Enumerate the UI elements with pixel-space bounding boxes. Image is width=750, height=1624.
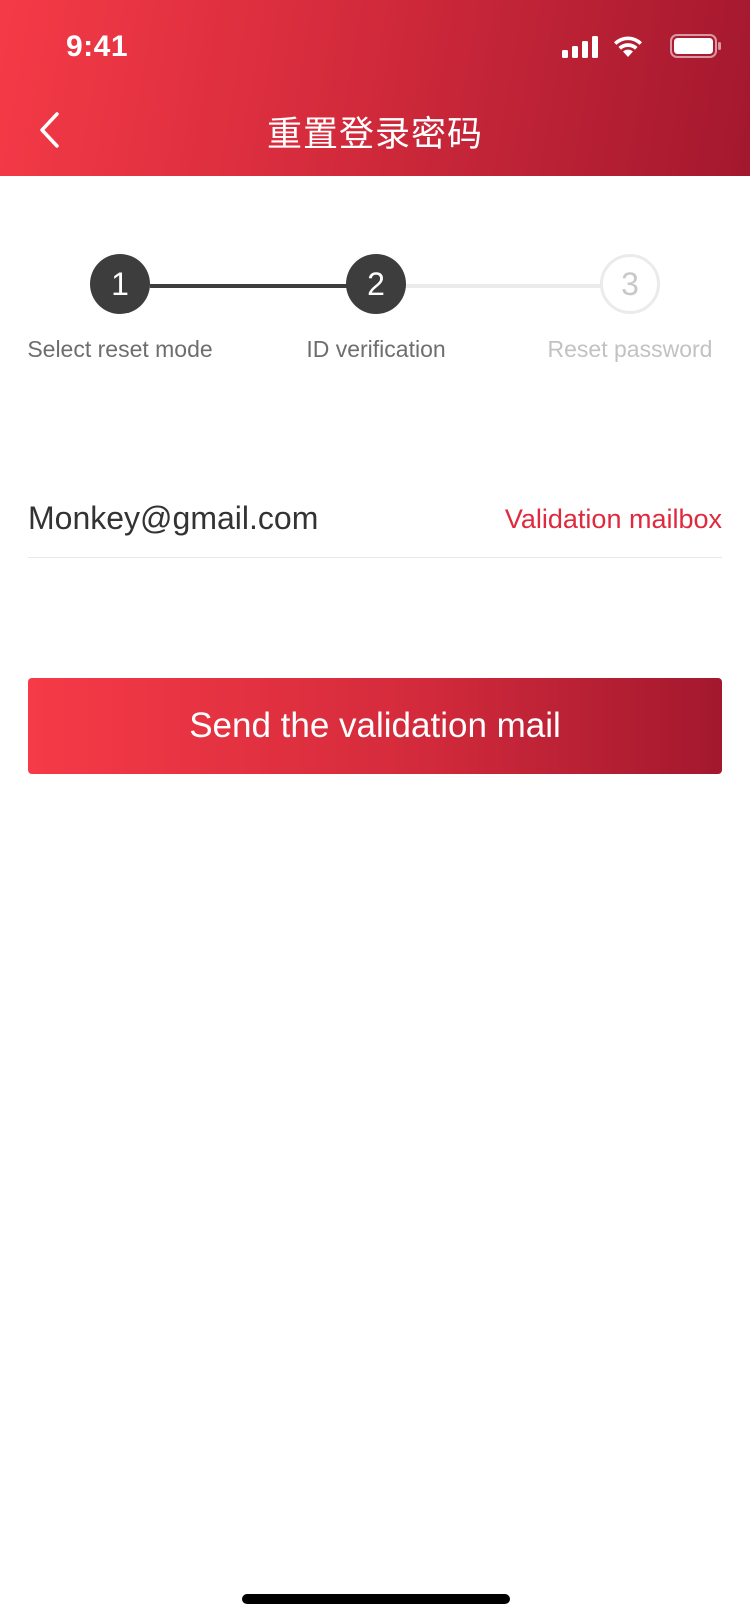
step-3-indicator: 3 <box>600 254 660 314</box>
progress-stepper: 1 2 3 Select reset mode ID verification … <box>0 254 750 374</box>
step-2-label: ID verification <box>306 336 446 362</box>
step-2-indicator: 2 <box>346 254 406 314</box>
home-indicator <box>242 1594 510 1604</box>
app-header: 9:41 重置登录密码 <box>0 0 750 176</box>
step-3-label: Reset password <box>547 336 713 362</box>
page-title: 重置登录密码 <box>266 115 483 154</box>
wifi-icon <box>614 36 642 57</box>
validation-mailbox-tag: Validation mailbox <box>504 504 722 534</box>
email-row: Monkey@gmail.com Validation mailbox <box>28 480 722 558</box>
send-validation-mail-button[interactable]: Send the validation mail <box>28 678 722 774</box>
step-connector-completed <box>150 284 348 288</box>
battery-icon <box>670 34 721 58</box>
signal-icon <box>562 36 598 58</box>
status-time: 9:41 <box>66 30 129 63</box>
step-1-label: Select reset mode <box>27 336 213 362</box>
email-value: Monkey@gmail.com <box>28 500 319 536</box>
step-connector-pending <box>404 284 604 288</box>
step-1-indicator: 1 <box>90 254 150 314</box>
